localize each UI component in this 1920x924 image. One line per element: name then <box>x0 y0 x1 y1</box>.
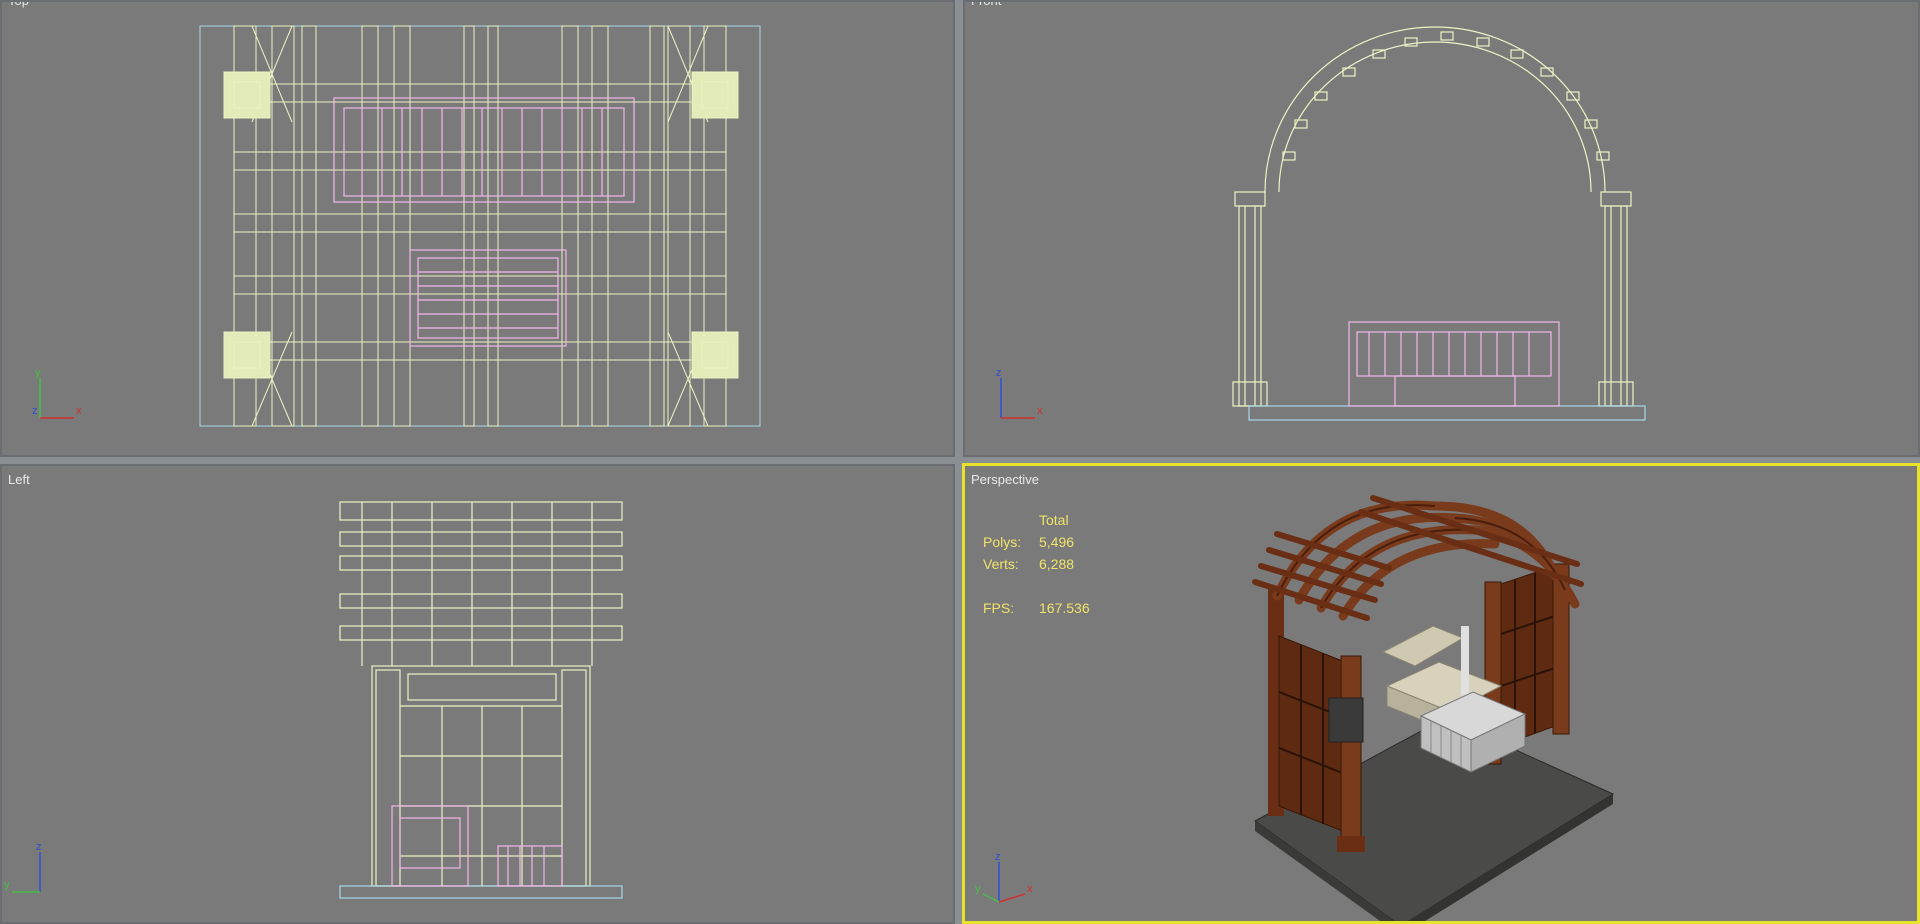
axis-tripod-left: z y <box>4 841 42 893</box>
stats-fps-value: 167.536 <box>1039 600 1090 616</box>
perspective-render <box>1252 495 1615 921</box>
viewport-label-perspective[interactable]: Perspective <box>971 472 1039 487</box>
left-viewport[interactable]: Left z y <box>0 464 955 924</box>
stats-verts-label: Verts: <box>983 556 1019 572</box>
stats-fps-label: FPS: <box>983 600 1015 616</box>
stats-polys-label: Polys: <box>983 534 1022 550</box>
axis-label-y: y <box>35 367 41 379</box>
front-viewport[interactable]: Front z x <box>963 0 1920 457</box>
perspective-viewport[interactable]: Perspective Total Polys: 5,496 Verts: 6,… <box>962 463 1920 924</box>
stats-polys-value: 5,496 <box>1039 534 1075 550</box>
stats-header: Total <box>1039 512 1069 528</box>
axis-label-y: y <box>4 879 10 891</box>
viewport-label-top[interactable]: Top <box>8 2 29 8</box>
viewport-label-front[interactable]: Front <box>971 2 1001 8</box>
axis-label-z: z <box>996 367 1002 379</box>
left-view-wireframe <box>339 501 623 899</box>
axis-tripod-perspective: z y x <box>975 851 1033 903</box>
axis-label-y: y <box>975 883 981 895</box>
axis-tripod-front: z x <box>996 367 1043 419</box>
axis-tripod-top: y z x <box>32 367 82 419</box>
top-view-wireframe <box>199 25 761 427</box>
axis-label-x: x <box>1027 883 1033 895</box>
axis-label-z: z <box>32 405 38 417</box>
axis-label-z: z <box>36 841 42 853</box>
viewport-label-left[interactable]: Left <box>8 472 30 487</box>
front-view-wireframe <box>1232 26 1646 421</box>
axis-label-x: x <box>1037 405 1043 417</box>
axis-label-x: x <box>76 405 82 417</box>
top-viewport[interactable]: Top y z x <box>0 0 955 457</box>
stats-verts-value: 6,288 <box>1039 556 1075 572</box>
axis-label-z: z <box>995 851 1001 863</box>
